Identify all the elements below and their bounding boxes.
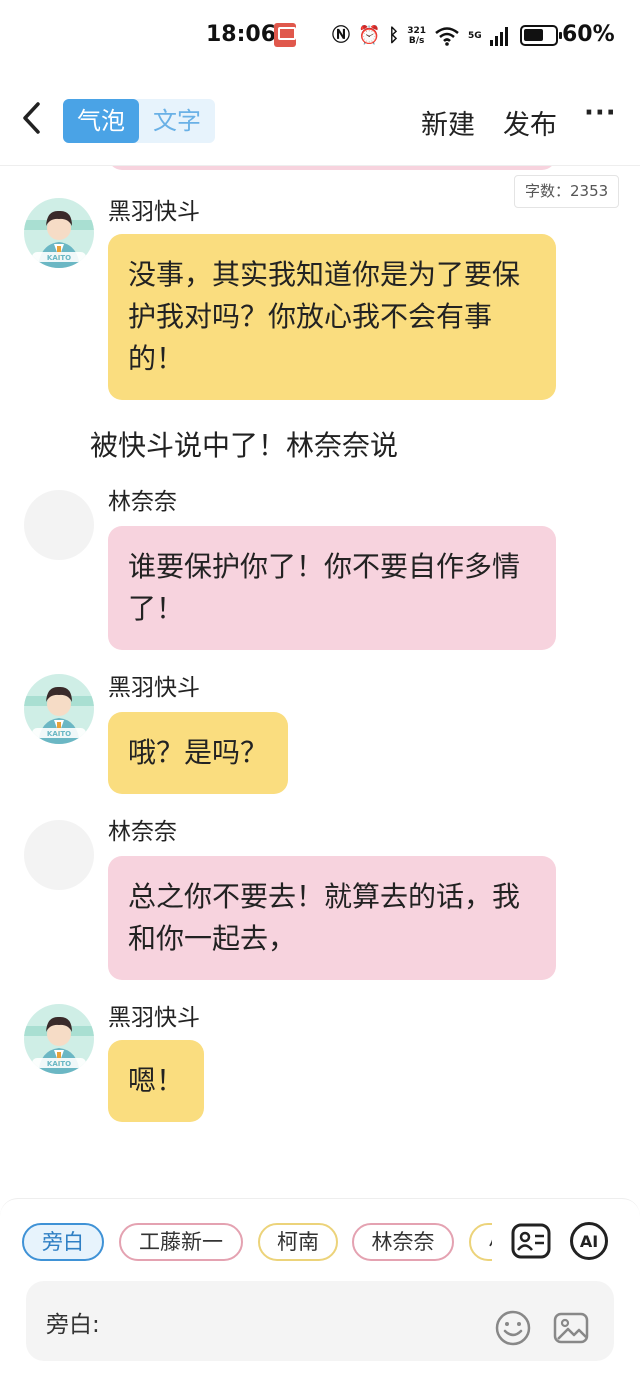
word-count-badge: 字数：2353	[514, 175, 620, 208]
mode-toggle: 气泡 文字	[63, 99, 215, 143]
status-time: 18:06	[206, 22, 277, 47]
battery-icon	[520, 25, 562, 46]
previous-bubble-edge	[108, 166, 556, 170]
message-bubble[interactable]: 哦？是吗？	[108, 712, 289, 794]
avatar[interactable]: KAITO	[24, 674, 94, 744]
battery-percent: 60%	[562, 22, 615, 47]
kaito-avatar-image: KAITO	[24, 1004, 94, 1074]
kaito-avatar-image: KAITO	[24, 198, 94, 268]
network-speed-value: 321	[407, 26, 427, 36]
emoji-icon[interactable]	[494, 1309, 532, 1347]
network-speed: 321 B/s	[407, 26, 426, 46]
app-notification-icon	[274, 23, 296, 47]
chat-area[interactable]: 字数：2353 KAITO 黑羽快斗 没事，其实我知道你是为了要保护我对吗？你放…	[0, 166, 640, 1200]
message-bubble[interactable]: 没事，其实我知道你是为了要保护我对吗？你放心我不会有事的！	[108, 234, 556, 400]
ai-label: AI	[580, 1232, 598, 1251]
speaker-name: 黑羽快斗	[108, 199, 200, 225]
publish-button[interactable]: 发布	[503, 103, 557, 142]
avatar-label: KAITO	[47, 254, 71, 262]
editor-header: 气泡 文字 新建 发布 ···	[0, 70, 640, 166]
tab-text[interactable]: 文字	[139, 99, 215, 143]
avatar[interactable]: KAITO	[24, 1004, 94, 1074]
speaker-name: 黑羽快斗	[108, 675, 200, 701]
avatar[interactable]	[24, 490, 94, 560]
avatar[interactable]	[24, 820, 94, 890]
avatar[interactable]: KAITO	[24, 198, 94, 268]
role-card-icon[interactable]	[511, 1221, 551, 1261]
narration-text[interactable]: 被快斗说中了！林奈奈说	[90, 424, 398, 464]
status-bar: 18:06 Ⓝ ⏰ ᛒ 321 B/s 5G 60%	[0, 0, 640, 70]
nfc-icon: Ⓝ	[332, 25, 350, 46]
image-icon[interactable]	[552, 1309, 590, 1347]
message-bubble[interactable]: 总之你不要去！就算去的话，我和你一起去，	[108, 856, 556, 980]
role-chip-list[interactable]: 旁白 工藤新一 柯南 林奈奈 小	[0, 1223, 492, 1263]
role-chip-conan[interactable]: 柯南	[258, 1223, 338, 1261]
speaker-name: 黑羽快斗	[108, 1005, 200, 1031]
ai-icon[interactable]: AI	[569, 1221, 609, 1261]
role-chip-narration[interactable]: 旁白	[22, 1223, 104, 1261]
signal-icon	[489, 26, 508, 46]
avatar-label: KAITO	[47, 730, 71, 738]
network-speed-unit: B/s	[408, 36, 425, 46]
alarm-icon: ⏰	[358, 25, 381, 46]
kaito-avatar-image: KAITO	[24, 674, 94, 744]
message-bubble[interactable]: 谁要保护你了！你不要自作多情了！	[108, 526, 556, 650]
more-menu-button[interactable]: ···	[584, 98, 617, 128]
bluetooth-icon: ᛒ	[388, 25, 400, 46]
network-type: 5G	[468, 31, 482, 41]
avatar-label: KAITO	[47, 1060, 71, 1068]
new-button[interactable]: 新建	[421, 103, 475, 142]
wifi-icon	[435, 27, 459, 46]
input-role-label: 旁白:	[46, 1312, 100, 1338]
status-icons: Ⓝ ⏰ ᛒ 321 B/s 5G	[332, 24, 508, 48]
role-chip-partial[interactable]: 小	[469, 1223, 492, 1261]
message-input[interactable]: 旁白:	[26, 1281, 614, 1361]
message-bubble[interactable]: 嗯！	[108, 1040, 205, 1122]
back-arrow-icon[interactable]	[18, 100, 48, 136]
speaker-name: 林奈奈	[108, 819, 177, 845]
speaker-name: 林奈奈	[108, 489, 177, 515]
input-panel: 旁白 工藤新一 柯南 林奈奈 小 AI 旁白:	[0, 1198, 640, 1386]
role-chip-lin-nainai[interactable]: 林奈奈	[352, 1223, 454, 1261]
tab-bubble[interactable]: 气泡	[63, 99, 139, 143]
role-chip-kudo-shinichi[interactable]: 工藤新一	[119, 1223, 243, 1261]
